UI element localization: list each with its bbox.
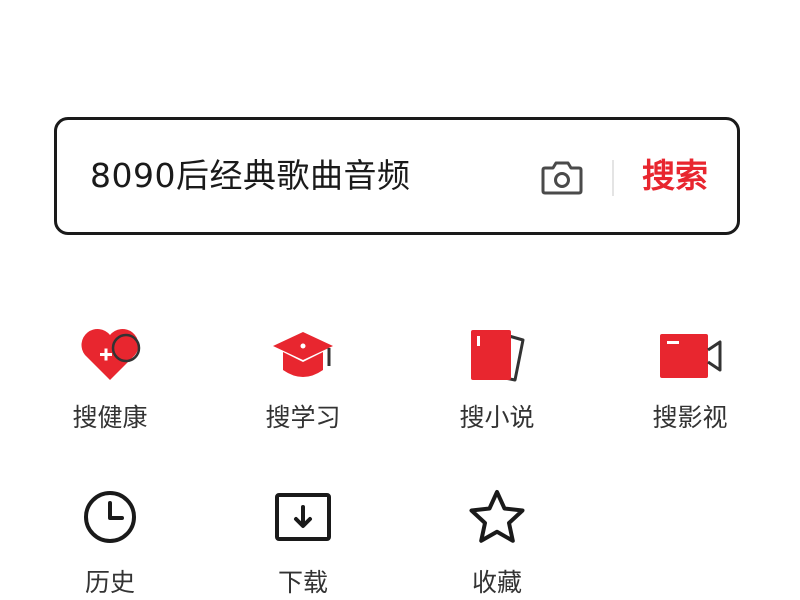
category-label: 搜健康: [72, 403, 148, 432]
category-label: 搜小说: [459, 403, 535, 432]
health-heart-icon: [78, 322, 142, 386]
tool-label: 收藏: [471, 568, 522, 597]
tool-label: 下载: [277, 568, 328, 597]
search-divider: [612, 160, 614, 196]
tool-history[interactable]: 历史: [35, 487, 185, 600]
tool-download[interactable]: 下载: [228, 487, 378, 600]
book-icon: [465, 322, 529, 386]
search-home-page: 8090后经典歌曲音频 搜索 搜健康 搜学习 搜小说 搜影视 历史 下载 收藏: [0, 0, 800, 600]
category-label: 搜影视: [652, 403, 728, 432]
category-study[interactable]: 搜学习: [228, 322, 378, 442]
category-novel[interactable]: 搜小说: [422, 322, 572, 442]
category-label: 搜学习: [265, 403, 341, 432]
graduation-cap-icon: [271, 322, 335, 386]
tool-favorites[interactable]: 收藏: [422, 487, 572, 600]
search-box[interactable]: 8090后经典歌曲音频 搜索: [54, 117, 740, 235]
download-icon: [271, 487, 335, 551]
clock-icon: [78, 487, 142, 551]
category-health[interactable]: 搜健康: [35, 322, 185, 442]
camera-icon[interactable]: [539, 154, 585, 200]
star-icon: [465, 487, 529, 551]
tool-label: 历史: [84, 568, 135, 597]
video-camera-icon: [658, 322, 722, 386]
search-button[interactable]: 搜索: [642, 150, 708, 202]
category-video[interactable]: 搜影视: [615, 322, 765, 442]
search-input[interactable]: 8090后经典歌曲音频: [90, 150, 410, 202]
